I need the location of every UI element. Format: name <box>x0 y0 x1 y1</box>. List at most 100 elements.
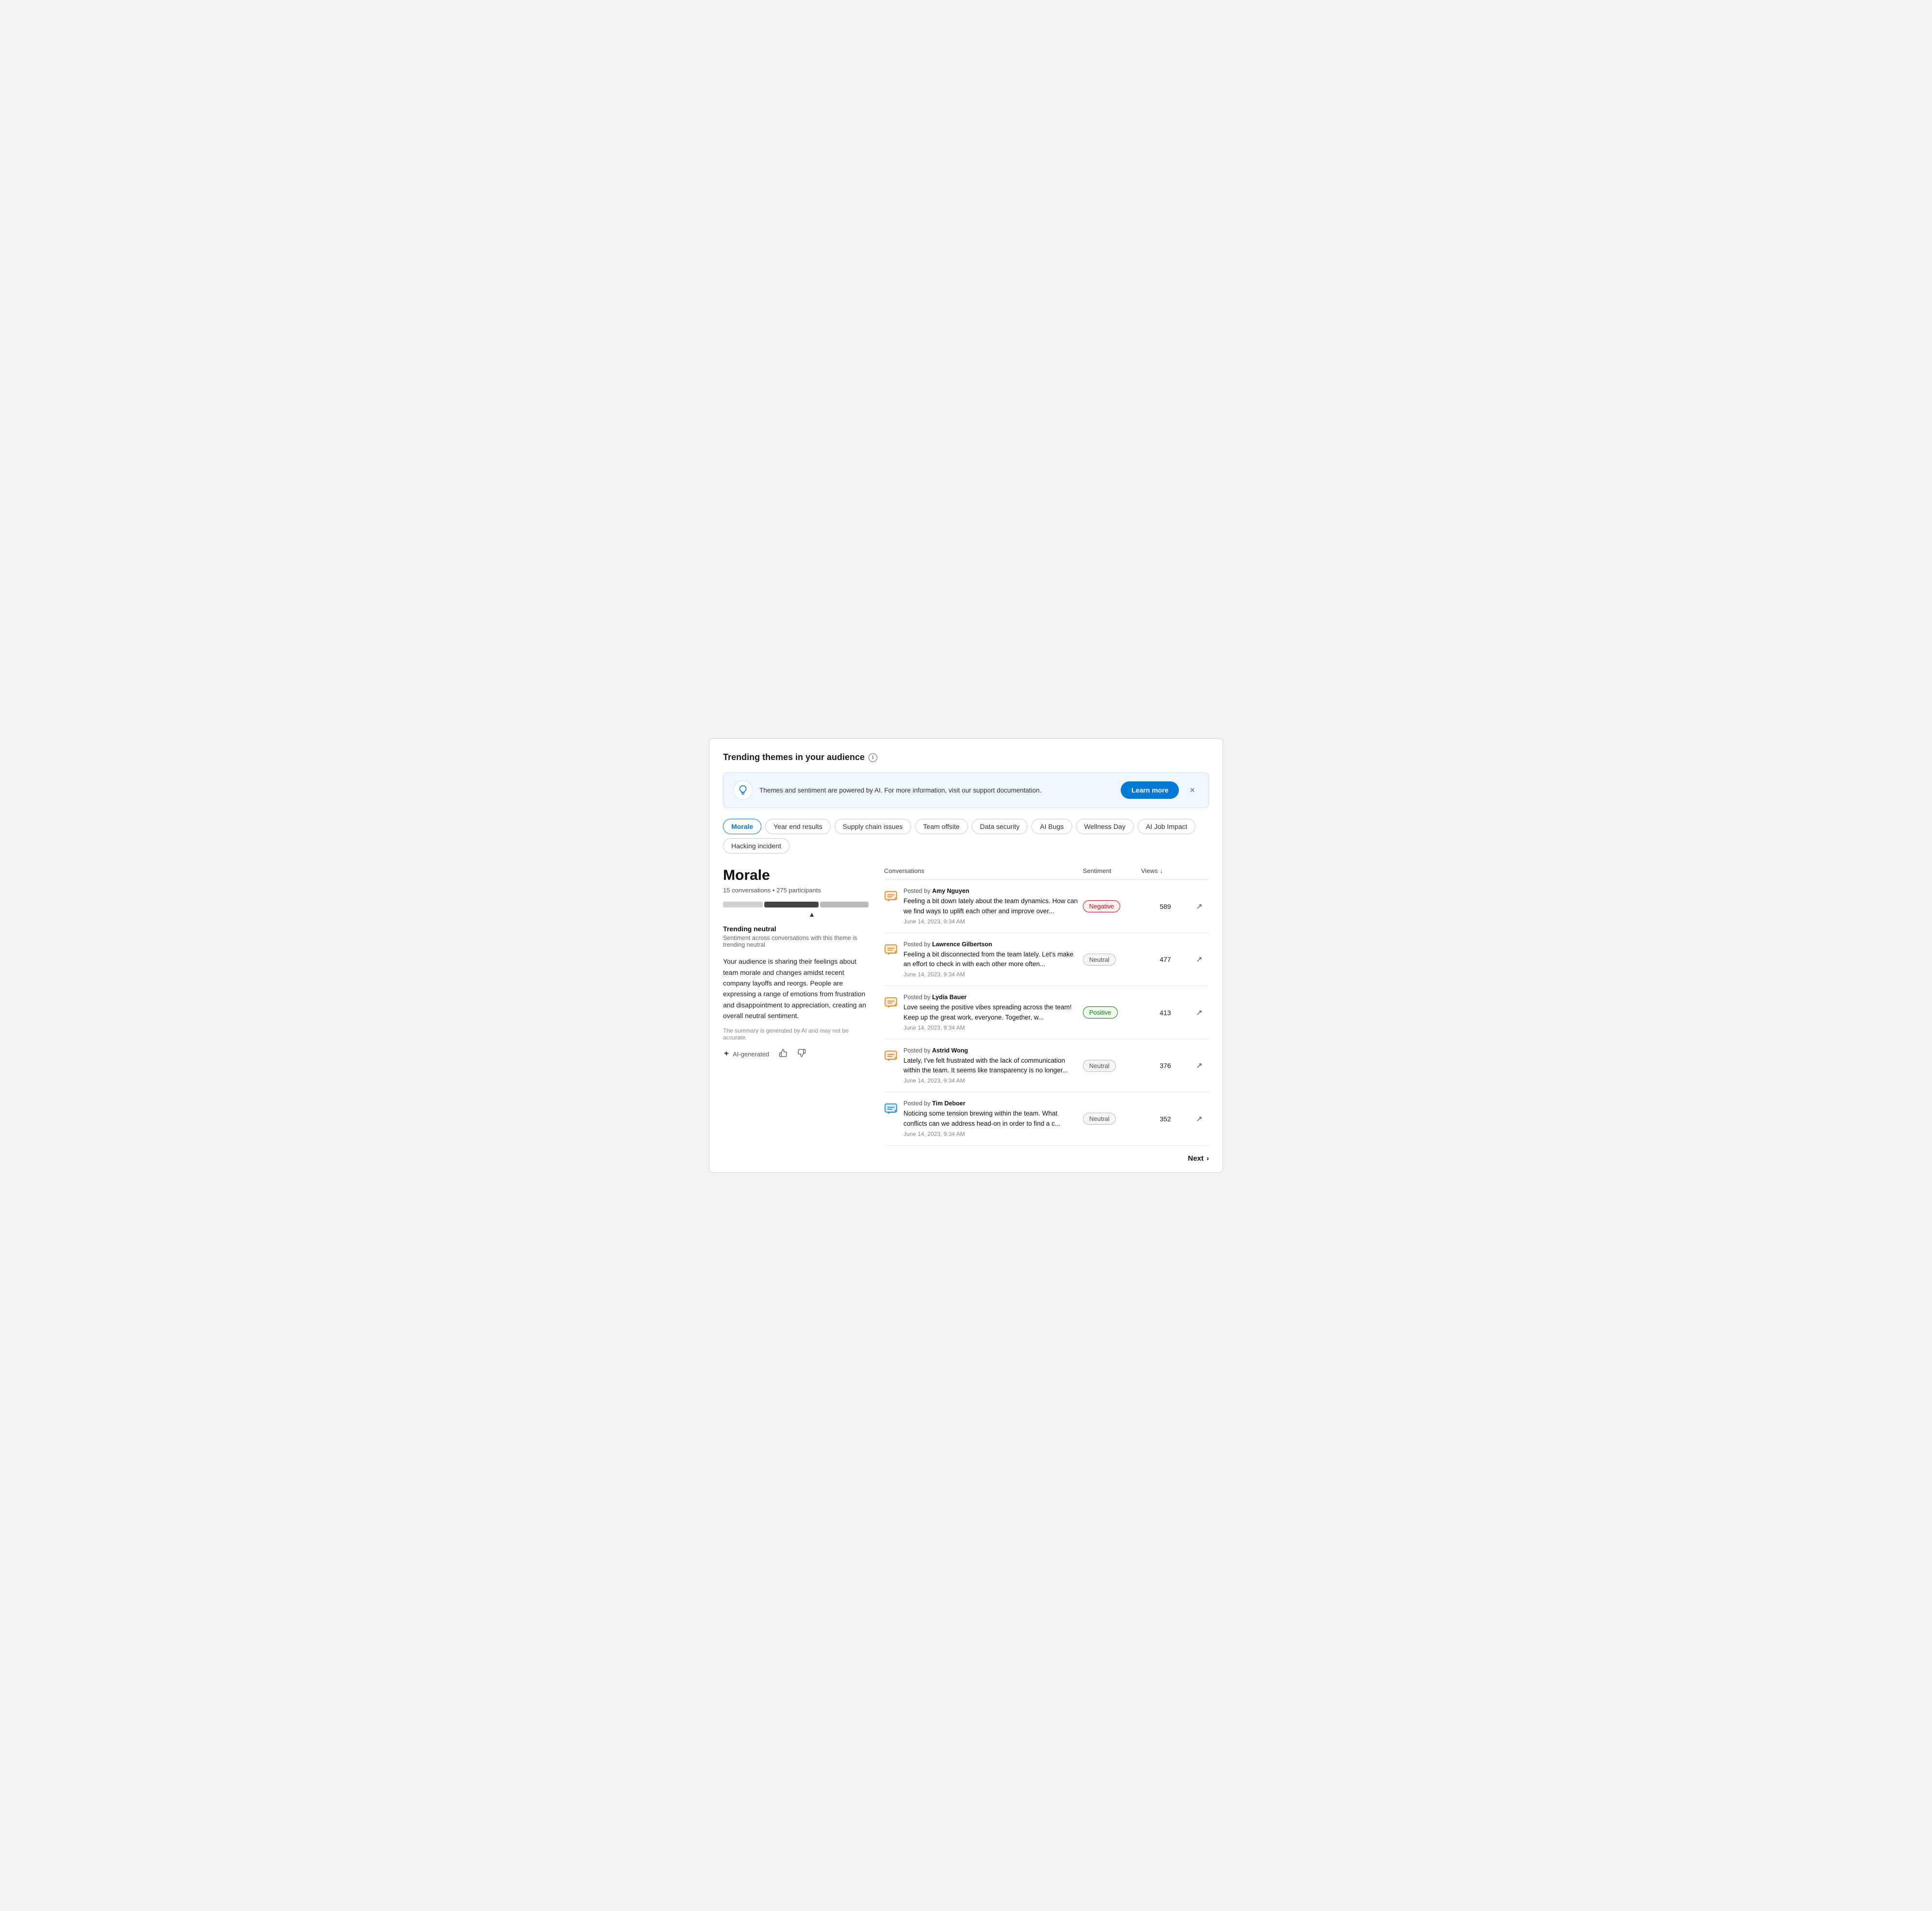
tab-team-offsite[interactable]: Team offsite <box>915 819 968 834</box>
bar-positive <box>820 902 869 907</box>
theme-meta: 15 conversations • 275 participants <box>723 887 869 894</box>
thumbs-down-button[interactable] <box>797 1049 806 1060</box>
conv-text-2: Love seeing the positive vibes spreading… <box>903 1003 1078 1022</box>
col-sentiment: Sentiment <box>1083 867 1141 875</box>
close-banner-button[interactable]: × <box>1186 784 1199 796</box>
trend-cell-0: ↗ <box>1190 902 1209 911</box>
next-button[interactable]: Next › <box>1188 1154 1209 1163</box>
tab-supply-chain-issues[interactable]: Supply chain issues <box>835 819 911 834</box>
conv-body-1: Posted by Lawrence Gilbertson Feeling a … <box>903 941 1078 978</box>
views-cell-4: 352 <box>1141 1115 1190 1123</box>
learn-more-button[interactable]: Learn more <box>1121 781 1179 799</box>
chat-icon-3 <box>884 1049 898 1063</box>
conv-body-0: Posted by Amy Nguyen Feeling a bit down … <box>903 888 1078 925</box>
sentiment-badge-0: Negative <box>1083 900 1120 912</box>
conv-date-4: June 14, 2023, 9:34 AM <box>903 1131 1078 1137</box>
conv-body-2: Posted by Lydia Bauer Love seeing the po… <box>903 994 1078 1031</box>
conv-date-0: June 14, 2023, 9:34 AM <box>903 918 1078 925</box>
trending-sub: Sentiment across conversations with this… <box>723 935 869 948</box>
sentiment-arrow: ▲ <box>755 910 869 918</box>
trend-icon-3[interactable]: ↗ <box>1196 1062 1202 1070</box>
sentiment-badge-1: Neutral <box>1083 954 1116 966</box>
conv-text-1: Feeling a bit disconnected from the team… <box>903 950 1078 970</box>
conv-text-4: Noticing some tension brewing within the… <box>903 1109 1078 1129</box>
col-conversations: Conversations <box>884 867 1083 875</box>
trend-icon-2[interactable]: ↗ <box>1196 1009 1202 1017</box>
table-row: Posted by Lawrence Gilbertson Feeling a … <box>884 933 1209 987</box>
conversations-list: Posted by Amy Nguyen Feeling a bit down … <box>884 880 1209 1146</box>
trend-cell-4: ↗ <box>1190 1114 1209 1124</box>
ai-generated-badge: AI-generated <box>723 1051 769 1058</box>
table-row: Posted by Lydia Bauer Love seeing the po… <box>884 986 1209 1039</box>
trend-icon-0[interactable]: ↗ <box>1196 903 1202 911</box>
posted-by-4: Posted by Tim Deboer <box>903 1100 1078 1107</box>
conv-date-1: June 14, 2023, 9:34 AM <box>903 971 1078 978</box>
tab-hacking-incident[interactable]: Hacking incident <box>723 838 789 854</box>
conv-main-1: Posted by Lawrence Gilbertson Feeling a … <box>884 941 1083 978</box>
posted-by-2: Posted by Lydia Bauer <box>903 994 1078 1001</box>
views-cell-0: 589 <box>1141 903 1190 910</box>
trend-icon-4[interactable]: ↗ <box>1196 1115 1202 1123</box>
ai-banner: Themes and sentiment are powered by AI. … <box>723 772 1209 808</box>
sentiment-cell-3: Neutral <box>1083 1060 1141 1072</box>
conv-main-0: Posted by Amy Nguyen Feeling a bit down … <box>884 888 1083 925</box>
sentiment-bar <box>723 902 869 907</box>
tab-year-end-results[interactable]: Year end results <box>765 819 831 834</box>
conv-text-0: Feeling a bit down lately about the team… <box>903 896 1078 916</box>
sentiment-cell-2: Positive <box>1083 1006 1141 1019</box>
col-actions <box>1190 867 1209 875</box>
sort-down-icon[interactable]: ↓ <box>1159 867 1163 875</box>
bar-neutral <box>764 902 819 907</box>
bar-negative <box>723 902 763 907</box>
conv-body-4: Posted by Tim Deboer Noticing some tensi… <box>903 1100 1078 1137</box>
chat-icon-2 <box>884 996 898 1009</box>
conv-date-2: June 14, 2023, 9:34 AM <box>903 1024 1078 1031</box>
tab-morale[interactable]: Morale <box>723 819 761 834</box>
ai-disclaimer: The summary is generated by AI and may n… <box>723 1027 869 1041</box>
ai-footer: AI-generated <box>723 1049 869 1060</box>
trend-cell-3: ↗ <box>1190 1061 1209 1070</box>
next-row: Next › <box>884 1154 1209 1163</box>
conv-body-3: Posted by Astrid Wong Lately, I've felt … <box>903 1047 1078 1085</box>
trending-label: Trending neutral <box>723 925 869 933</box>
info-icon[interactable]: i <box>869 753 877 762</box>
posted-by-3: Posted by Astrid Wong <box>903 1047 1078 1054</box>
main-content: Morale 15 conversations • 275 participan… <box>723 867 1209 1163</box>
right-panel: Conversations Sentiment Views ↓ Posted b… <box>884 867 1209 1163</box>
trend-icon-1[interactable]: ↗ <box>1196 956 1202 964</box>
theme-description: Your audience is sharing their feelings … <box>723 956 869 1021</box>
conv-main-4: Posted by Tim Deboer Noticing some tensi… <box>884 1100 1083 1137</box>
sentiment-badge-4: Neutral <box>1083 1113 1116 1125</box>
tab-data-security[interactable]: Data security <box>972 819 1028 834</box>
sentiment-badge-2: Positive <box>1083 1006 1118 1019</box>
posted-by-1: Posted by Lawrence Gilbertson <box>903 941 1078 948</box>
tab-wellness-day[interactable]: Wellness Day <box>1076 819 1134 834</box>
banner-text: Themes and sentiment are powered by AI. … <box>759 787 1114 794</box>
chat-icon-1 <box>884 943 898 956</box>
conv-main-3: Posted by Astrid Wong Lately, I've felt … <box>884 1047 1083 1085</box>
sentiment-cell-0: Negative <box>1083 900 1141 912</box>
conv-text-3: Lately, I've felt frustrated with the la… <box>903 1056 1078 1076</box>
col-views: Views ↓ <box>1141 867 1190 875</box>
page-title: Trending themes in your audience <box>723 752 865 762</box>
table-header: Conversations Sentiment Views ↓ <box>884 867 1209 880</box>
conv-main-2: Posted by Lydia Bauer Love seeing the po… <box>884 994 1083 1031</box>
trend-cell-2: ↗ <box>1190 1008 1209 1018</box>
sentiment-cell-4: Neutral <box>1083 1113 1141 1125</box>
views-cell-3: 376 <box>1141 1062 1190 1069</box>
chevron-right-icon: › <box>1207 1154 1209 1163</box>
sentiment-badge-3: Neutral <box>1083 1060 1116 1072</box>
theme-title: Morale <box>723 867 869 884</box>
table-row: Posted by Tim Deboer Noticing some tensi… <box>884 1092 1209 1146</box>
views-cell-2: 413 <box>1141 1009 1190 1017</box>
main-container: Trending themes in your audience i Theme… <box>709 738 1223 1173</box>
views-cell-1: 477 <box>1141 956 1190 963</box>
tab-ai-bugs[interactable]: AI Bugs <box>1031 819 1072 834</box>
tabs-row: Morale Year end results Supply chain issue… <box>723 819 1209 854</box>
left-panel: Morale 15 conversations • 275 participan… <box>723 867 869 1059</box>
tab-ai-job-impact[interactable]: AI Job Impact <box>1138 819 1196 834</box>
trend-cell-1: ↗ <box>1190 955 1209 964</box>
thumbs-up-button[interactable] <box>779 1049 788 1060</box>
conv-date-3: June 14, 2023, 9:34 AM <box>903 1077 1078 1084</box>
page-title-row: Trending themes in your audience i <box>723 752 1209 762</box>
